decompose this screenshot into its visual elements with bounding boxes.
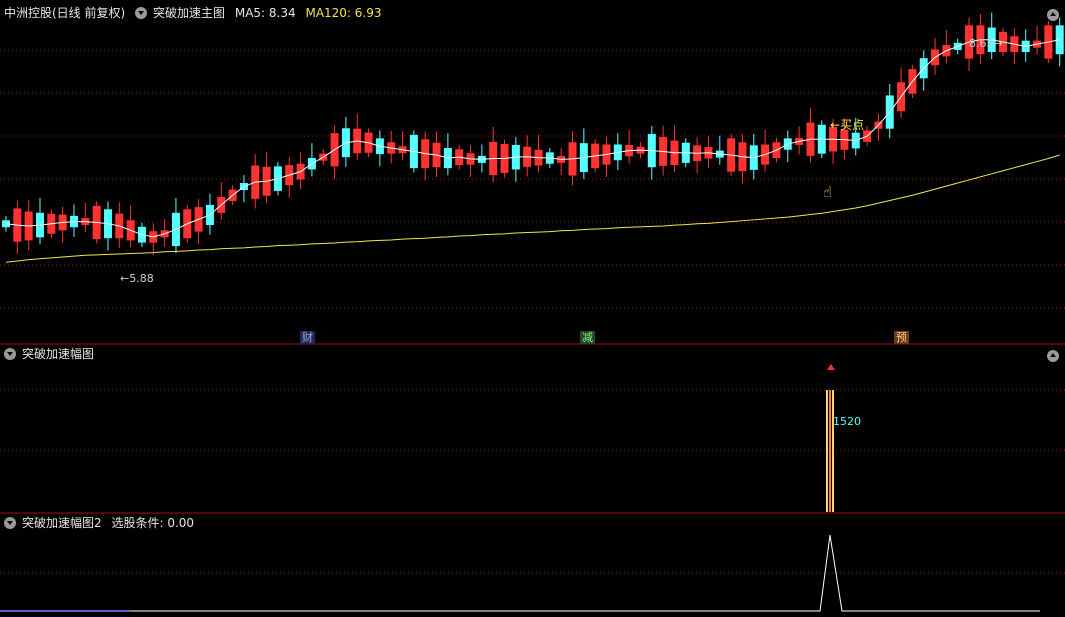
moving-averages	[5, 39, 1060, 263]
panel-toggle-icon[interactable]	[1047, 350, 1059, 362]
badge-forecast[interactable]: 预	[894, 331, 909, 344]
breakout-bar	[829, 390, 831, 512]
collapse-icon[interactable]	[4, 516, 16, 529]
panel-toggle-icon[interactable]	[1047, 9, 1059, 21]
candlesticks	[2, 12, 1064, 255]
ma5-value: MA5: 8.34	[234, 6, 296, 20]
breakout-panel-header: 突破加速幅图	[4, 344, 100, 364]
breakout-bar	[832, 390, 834, 512]
ma5-line	[5, 39, 1060, 238]
collapse-icon[interactable]	[135, 6, 148, 19]
hand-cursor-icon: ☝	[823, 183, 833, 201]
grid-lines	[0, 49, 1065, 574]
condition-value: 选股条件: 0.00	[111, 516, 195, 530]
panel2-title: 突破加速幅图	[22, 347, 95, 361]
collapse-icon[interactable]	[4, 347, 16, 360]
buy-point-label: ←买点	[830, 118, 865, 132]
main-panel-header: 中洲控股(日线 前复权) 突破加速主图 MA5: 8.34 MA120: 6.9…	[4, 3, 388, 23]
indicator-name: 突破加速主图	[153, 6, 226, 20]
condition-panel-header: 突破加速幅图2 选股条件: 0.00	[4, 513, 200, 533]
breakout-panel-marks	[826, 364, 835, 512]
low-price-label: ←5.88	[120, 272, 154, 285]
badge-reduce[interactable]: 减	[580, 331, 595, 344]
breakout-value-label: 1520	[833, 415, 861, 428]
breakout-marker-icon	[827, 364, 835, 370]
stock-title: 中洲控股(日线 前复权)	[4, 6, 126, 20]
ma120-line	[5, 154, 1060, 263]
panel3-title: 突破加速幅图2	[22, 516, 102, 530]
breakout-bar	[826, 390, 828, 512]
high-price-label: 8.63→	[969, 37, 1003, 50]
badge-finance[interactable]: 财	[300, 331, 315, 344]
ma120-value: MA120: 6.93	[305, 6, 382, 20]
